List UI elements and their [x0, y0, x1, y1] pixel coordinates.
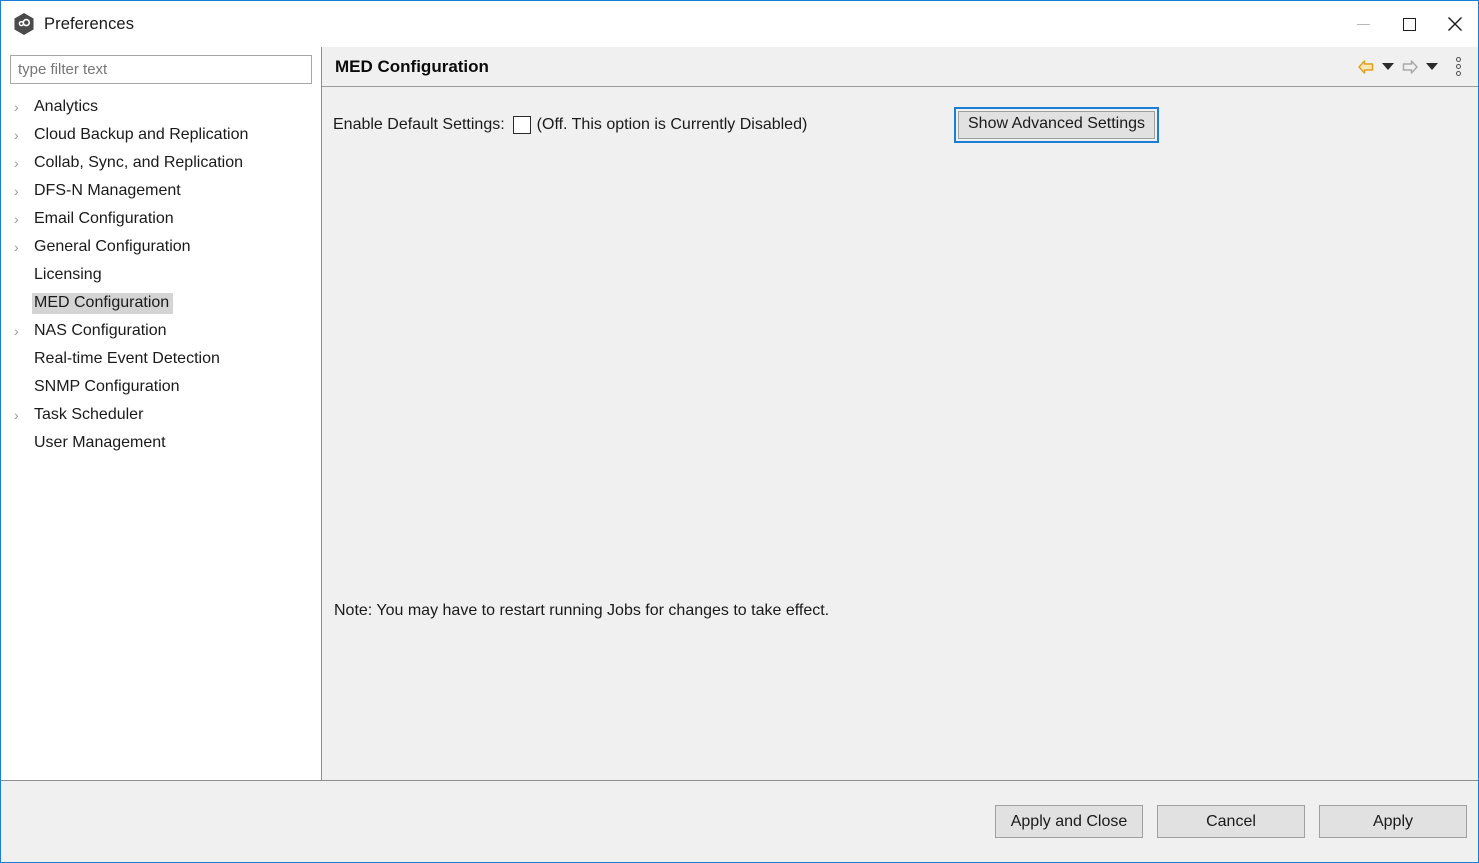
maximize-icon: [1402, 17, 1416, 31]
tree-item-label: User Management: [34, 433, 166, 451]
restart-note: Note: You may have to restart running Jo…: [334, 602, 830, 619]
tree-item-snmp-configuration[interactable]: SNMP Configuration: [1, 373, 321, 401]
tree-item-label: Licensing: [34, 265, 102, 283]
window-controls: [1340, 1, 1478, 47]
tree-item-label: General Configuration: [34, 237, 191, 255]
view-menu-button[interactable]: [1448, 54, 1468, 80]
chevron-right-icon[interactable]: ›: [12, 240, 32, 254]
show-advanced-settings-button[interactable]: Show Advanced Settings: [958, 111, 1156, 139]
tree-item-label: Email Configuration: [34, 209, 174, 227]
tree-item-licensing[interactable]: Licensing: [1, 261, 321, 289]
chevron-right-icon[interactable]: ›: [12, 128, 32, 142]
tree-item-label: Cloud Backup and Replication: [34, 125, 249, 143]
preference-page: MED Configuration Enable Default Setting…: [322, 47, 1478, 780]
dialog-footer: Apply and Close Cancel Apply: [1, 780, 1478, 862]
back-arrow-icon: [1358, 59, 1374, 74]
show-advanced-settings-container: Show Advanced Settings: [954, 107, 1160, 143]
close-icon: [1448, 17, 1462, 31]
chevron-right-icon[interactable]: ›: [12, 212, 32, 226]
tree-item-label: SNMP Configuration: [34, 377, 180, 395]
back-button[interactable]: [1354, 54, 1378, 80]
enable-default-settings-label: Enable Default Settings:: [333, 116, 505, 133]
tree-item-real-time-event-detection[interactable]: Real-time Event Detection: [1, 345, 321, 373]
chevron-right-icon[interactable]: ›: [12, 100, 32, 114]
tree-item-dfs-n-management[interactable]: › DFS-N Management: [1, 177, 321, 205]
enable-default-settings-checkbox[interactable]: [512, 116, 531, 134]
chevron-right-icon[interactable]: ›: [12, 408, 32, 422]
page-header: MED Configuration: [322, 47, 1478, 87]
forward-history-dropdown-button[interactable]: [1422, 54, 1442, 80]
page-title: MED Configuration: [335, 56, 489, 76]
chevron-down-icon: [1426, 63, 1438, 70]
enable-default-settings-row: Enable Default Settings: (Off. This opti…: [322, 109, 1478, 141]
page-body: Enable Default Settings: (Off. This opti…: [322, 87, 1478, 780]
tree-item-label: Real-time Event Detection: [34, 349, 220, 367]
main-area: › Analytics › Cloud Backup and Replicati…: [1, 47, 1478, 780]
chevron-right-icon[interactable]: ›: [12, 156, 32, 170]
tree-item-label: Collab, Sync, and Replication: [34, 153, 244, 171]
show-advanced-settings-focus-ring: Show Advanced Settings: [954, 107, 1160, 143]
filter-input[interactable]: [10, 55, 312, 84]
maximize-button[interactable]: [1386, 1, 1432, 47]
minimize-button[interactable]: [1340, 1, 1386, 47]
tree-item-label: DFS-N Management: [34, 181, 181, 199]
apply-and-close-button[interactable]: Apply and Close: [995, 805, 1143, 838]
tree-item-task-scheduler[interactable]: › Task Scheduler: [1, 401, 321, 429]
tree-item-label: NAS Configuration: [34, 321, 167, 339]
back-history-dropdown-button[interactable]: [1378, 54, 1398, 80]
hexagon-infinity-icon: [13, 12, 35, 36]
title-bar: Preferences: [1, 1, 1478, 47]
apply-button[interactable]: Apply: [1319, 805, 1467, 838]
view-menu-icon: [1455, 57, 1461, 76]
tree-item-collab-sync-and-replication[interactable]: › Collab, Sync, and Replication: [1, 149, 321, 177]
enable-default-settings-state: (Off. This option is Currently Disabled): [536, 116, 808, 133]
tree-item-cloud-backup-and-replication[interactable]: › Cloud Backup and Replication: [1, 121, 321, 149]
chevron-down-icon: [1382, 63, 1394, 70]
chevron-right-icon[interactable]: ›: [12, 324, 32, 338]
tree-item-general-configuration[interactable]: › General Configuration: [1, 233, 321, 261]
cancel-button[interactable]: Cancel: [1157, 805, 1305, 838]
tree-item-label: MED Configuration: [32, 292, 174, 314]
tree-item-med-configuration[interactable]: MED Configuration: [1, 289, 321, 317]
minimize-icon: [1356, 23, 1370, 25]
filter-container: [1, 47, 321, 90]
close-button[interactable]: [1432, 1, 1478, 47]
title-bar-left: Preferences: [1, 12, 134, 36]
tree-item-user-management[interactable]: User Management: [1, 429, 321, 457]
tree-item-label: Task Scheduler: [34, 405, 144, 423]
preferences-window: Preferences › Analytics: [0, 0, 1479, 863]
preferences-sidebar: › Analytics › Cloud Backup and Replicati…: [1, 47, 322, 780]
tree-item-analytics[interactable]: › Analytics: [1, 93, 321, 121]
tree-item-label: Analytics: [34, 97, 99, 115]
forward-arrow-icon: [1402, 59, 1418, 74]
tree-item-email-configuration[interactable]: › Email Configuration: [1, 205, 321, 233]
preferences-tree: › Analytics › Cloud Backup and Replicati…: [1, 90, 321, 780]
window-title: Preferences: [44, 14, 135, 33]
page-header-tools: [1354, 54, 1468, 80]
chevron-right-icon[interactable]: ›: [12, 184, 32, 198]
forward-button[interactable]: [1398, 54, 1422, 80]
tree-item-nas-configuration[interactable]: › NAS Configuration: [1, 317, 321, 345]
